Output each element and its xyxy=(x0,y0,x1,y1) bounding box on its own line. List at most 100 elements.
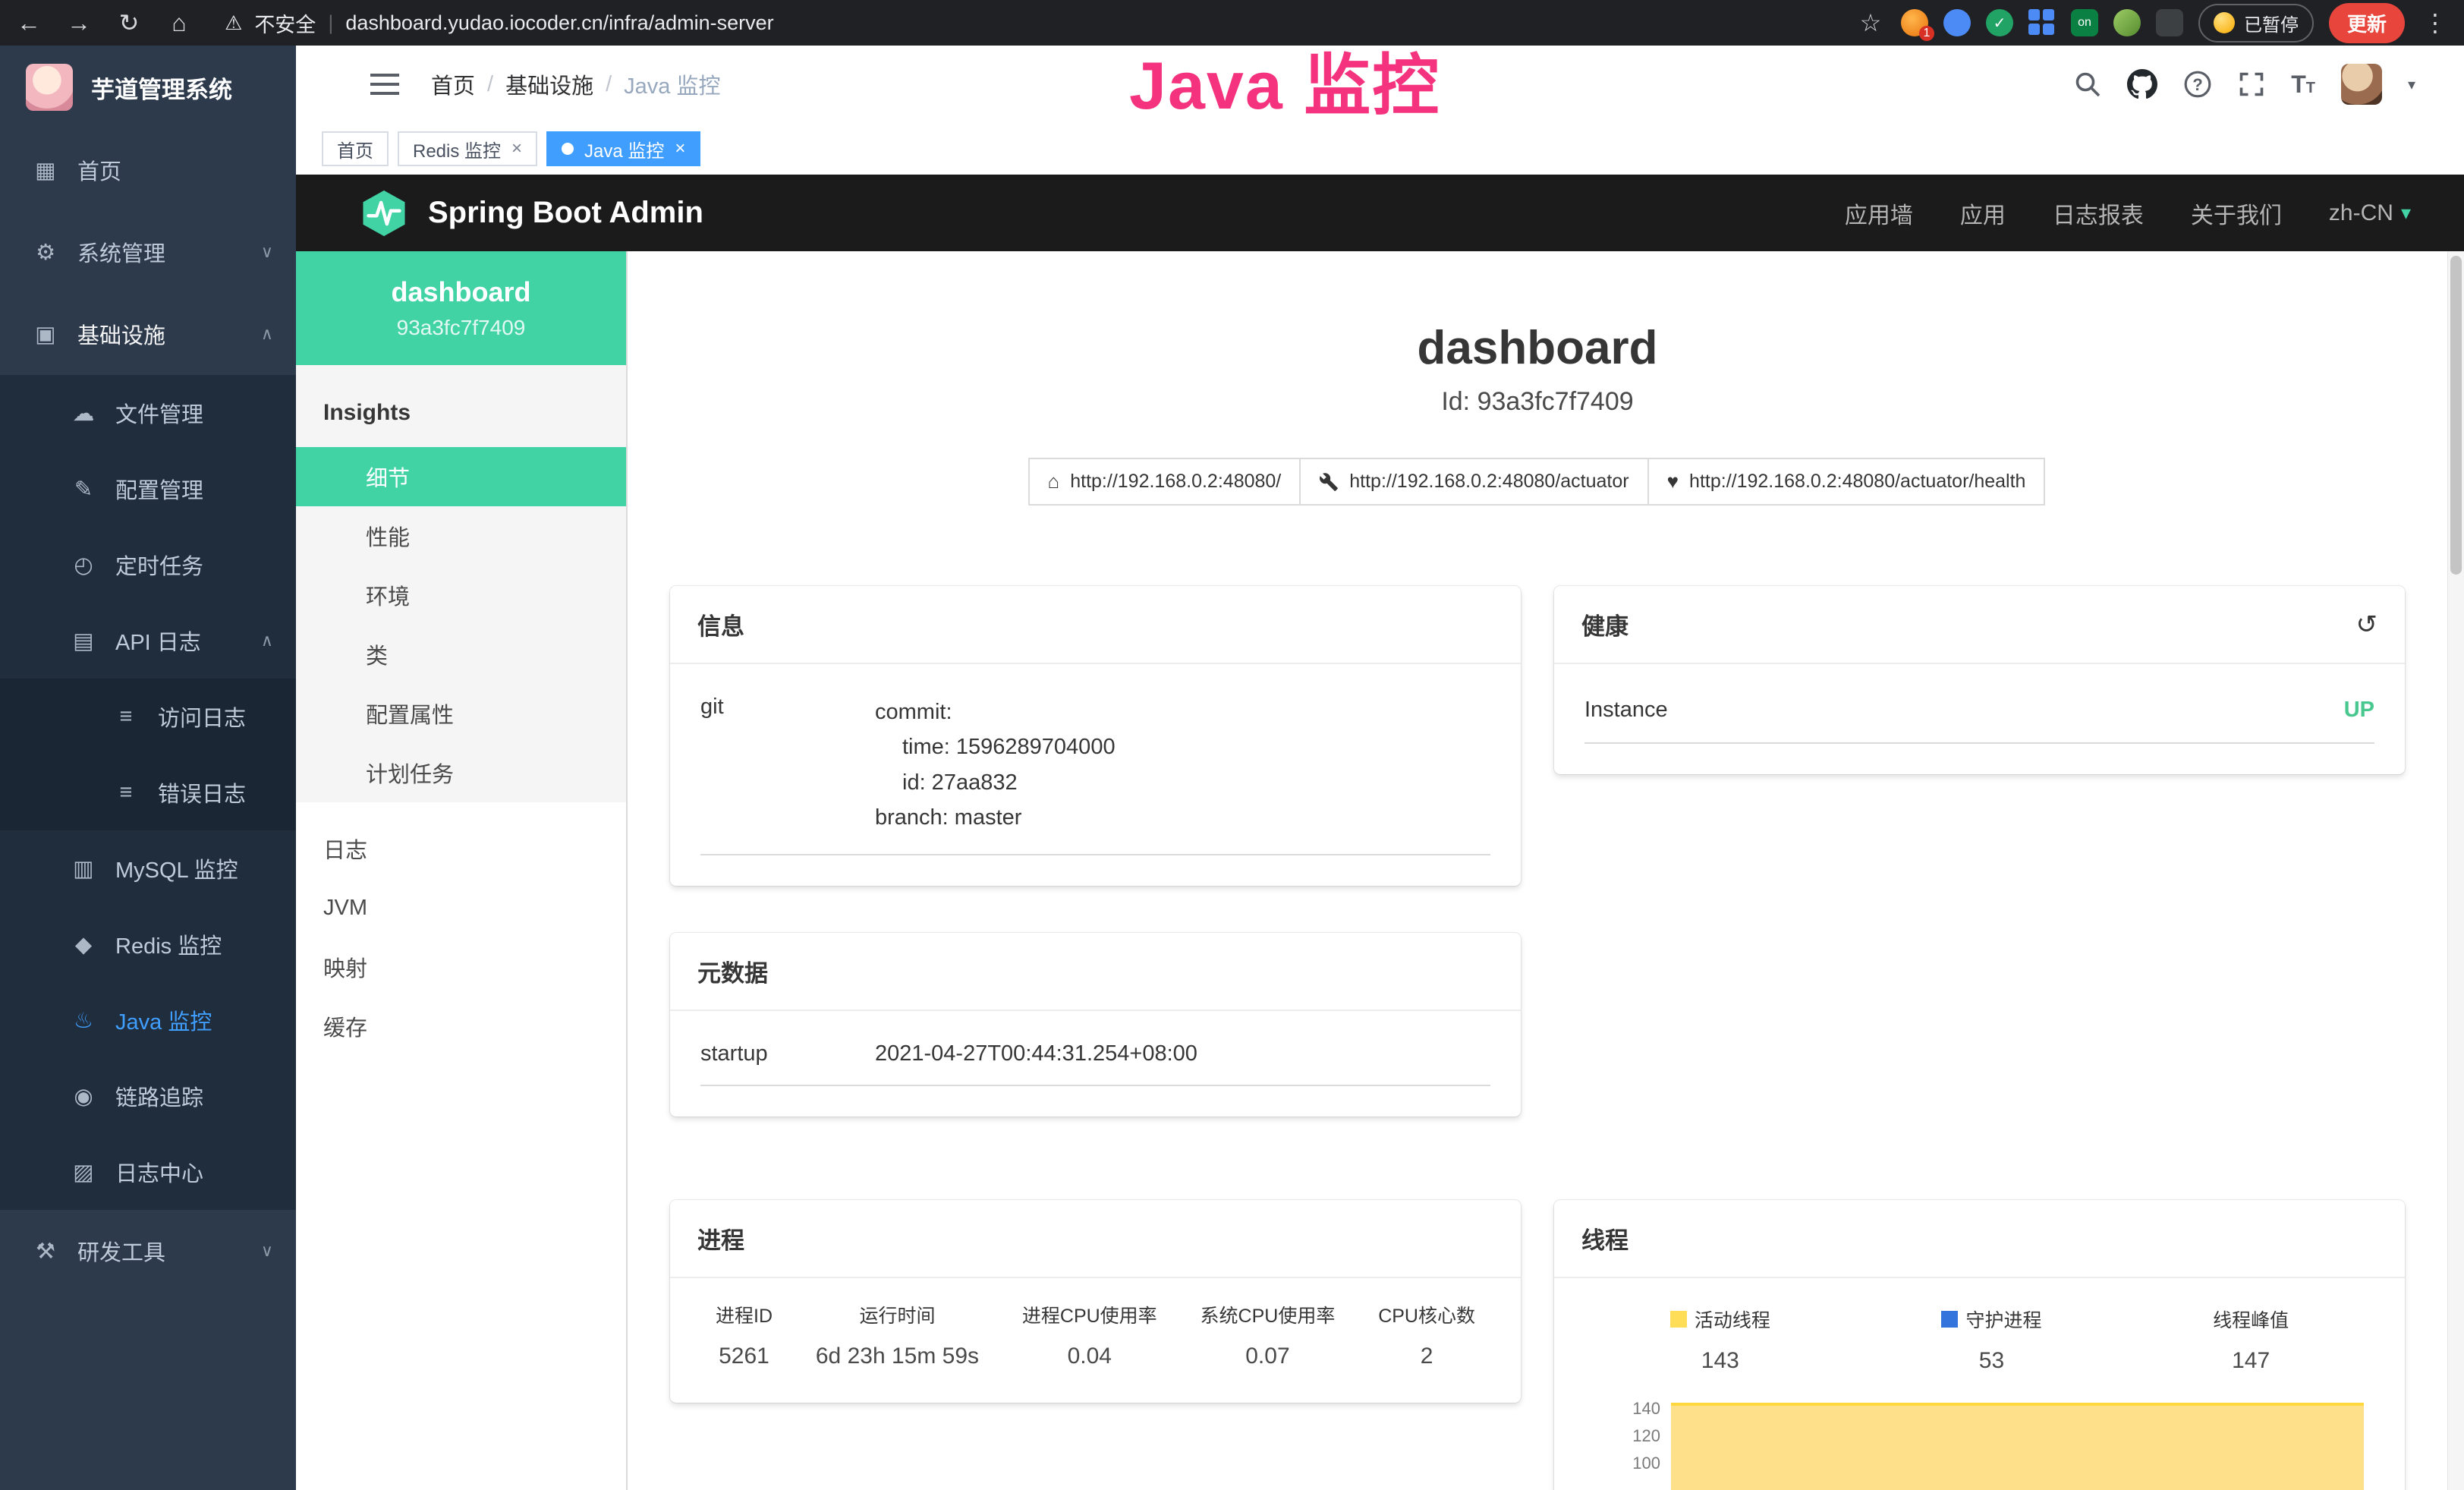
sba-nav: 应用墙 应用 日志报表 关于我们 zh-CN ▾ xyxy=(1845,197,2411,230)
locale-selector[interactable]: zh-CN ▾ xyxy=(2329,200,2411,226)
metadata-card-title: 元数据 xyxy=(670,933,1521,1011)
url-text[interactable]: dashboard.yudao.iocoder.cn/infra/admin-s… xyxy=(345,11,773,35)
sidebar-item-file-manage[interactable]: ☁ 文件管理 xyxy=(0,375,296,451)
github-icon[interactable] xyxy=(2127,69,2157,99)
tab-java-monitor[interactable]: Java 监控 × xyxy=(546,131,700,166)
sidebar-item-label: 研发工具 xyxy=(77,1235,165,1267)
sba-item-scheduled-tasks[interactable]: 计划任务 xyxy=(296,743,626,802)
back-icon[interactable]: ← xyxy=(14,9,44,37)
threads-chart: 140 120 100 xyxy=(1584,1395,2374,1490)
stat-value: 5261 xyxy=(716,1344,773,1369)
hamburger-icon[interactable] xyxy=(370,72,399,96)
scrollbar[interactable] xyxy=(2447,251,2464,1490)
sba-item-mappings[interactable]: 映射 xyxy=(296,937,626,997)
legend-live-threads: 活动线程 143 xyxy=(1670,1306,1770,1374)
sidebar-item-label: 配置管理 xyxy=(115,473,203,505)
sidebar-item-system[interactable]: ⚙ 系统管理 ∨ xyxy=(0,211,296,293)
history-icon[interactable]: ↺ xyxy=(2356,610,2378,640)
sidebar-item-home[interactable]: ▦ 首页 xyxy=(0,129,296,211)
sidebar-item-mysql-monitor[interactable]: ▥ MySQL 监控 xyxy=(0,830,296,906)
app-logo[interactable]: 芋道管理系统 xyxy=(0,46,296,129)
live-threads-area xyxy=(1671,1403,2364,1490)
sba-nav-applications[interactable]: 应用 xyxy=(1960,197,2006,230)
bookmark-star-icon[interactable]: ☆ xyxy=(1855,8,1886,37)
chevron-down-icon: ∨ xyxy=(261,242,273,262)
process-stats: 进程ID 5261 运行时间 6d 23h 15m 59s 进程CPU使用率 0… xyxy=(670,1278,1521,1403)
process-stat-sys-cpu: 系统CPU使用率 0.07 xyxy=(1201,1301,1336,1369)
instance-name: dashboard xyxy=(391,276,530,308)
avatar[interactable] xyxy=(2341,64,2382,105)
legend-daemon-threads: 守护进程 53 xyxy=(1941,1306,2041,1374)
sidebar-item-infra[interactable]: ▣ 基础设施 ∧ xyxy=(0,293,296,375)
sba-brand[interactable]: Spring Boot Admin xyxy=(360,189,703,238)
instance-block[interactable]: dashboard 93a3fc7f7409 xyxy=(296,251,626,365)
sidebar-item-scheduled-jobs[interactable]: ◴ 定时任务 xyxy=(0,527,296,603)
sba-item-config-props[interactable]: 配置属性 xyxy=(296,684,626,743)
extension-grid-icon[interactable] xyxy=(2028,9,2056,36)
sidebar-item-label: 错误日志 xyxy=(158,777,246,808)
address-bar[interactable]: ⚠ 不安全 | dashboard.yudao.iocoder.cn/infra… xyxy=(225,8,774,38)
breadcrumb-infra[interactable]: 基础设施 xyxy=(505,68,593,100)
tab-home[interactable]: 首页 xyxy=(322,131,389,166)
extension-leaf-icon[interactable] xyxy=(2113,9,2141,36)
extension-drop-icon[interactable] xyxy=(1943,9,1971,36)
close-icon[interactable]: × xyxy=(675,138,685,159)
forward-icon[interactable]: → xyxy=(64,9,94,37)
sba-item-jvm[interactable]: JVM xyxy=(296,878,626,937)
extension-on-icon[interactable]: on xyxy=(2071,9,2098,36)
sidebar-item-api-logs[interactable]: ▤ API 日志 ∧ xyxy=(0,603,296,679)
chart-y-axis: 140 120 100 xyxy=(1607,1395,1668,1490)
sidebar-item-config-manage[interactable]: ✎ 配置管理 xyxy=(0,451,296,527)
sidebar-item-tracing[interactable]: ◉ 链路追踪 xyxy=(0,1058,296,1134)
health-url-link[interactable]: ♥ http://192.168.0.2:48080/actuator/heal… xyxy=(1647,458,2046,506)
search-icon[interactable] xyxy=(2074,71,2101,98)
font-size-icon[interactable]: TT xyxy=(2291,71,2315,99)
sidebar-item-redis-monitor[interactable]: ◆ Redis 监控 xyxy=(0,906,296,982)
sba-item-caches[interactable]: 缓存 xyxy=(296,997,626,1056)
wrench-icon xyxy=(1319,472,1339,492)
heart-icon: ♥ xyxy=(1667,470,1679,493)
process-stat-proc-cpu: 进程CPU使用率 0.04 xyxy=(1022,1301,1157,1369)
sba-nav-wallboard[interactable]: 应用墙 xyxy=(1845,197,1913,230)
threads-card-title: 线程 xyxy=(1554,1200,2405,1278)
service-url-link[interactable]: ⌂ http://192.168.0.2:48080/ xyxy=(1028,458,1301,506)
sba-item-environment[interactable]: 环境 xyxy=(296,565,626,625)
process-card: 进程 进程ID 5261 运行时间 6d 23h 15m 59s 进程CPU使用… xyxy=(670,1200,1521,1403)
sba-item-metrics[interactable]: 性能 xyxy=(296,506,626,565)
sidebar-item-access-logs[interactable]: ≡ 访问日志 xyxy=(0,679,296,754)
sidebar-item-dev-tools[interactable]: ⚒ 研发工具 ∨ xyxy=(0,1210,296,1292)
paused-badge[interactable]: 已暂停 xyxy=(2198,4,2314,43)
reload-icon[interactable]: ↻ xyxy=(114,8,144,37)
sidebar-item-log-center[interactable]: ▨ 日志中心 xyxy=(0,1134,296,1210)
extension-fox-icon[interactable]: 1 xyxy=(1901,9,1928,36)
status-badge: UP xyxy=(2344,698,2374,723)
actuator-url-link[interactable]: http://192.168.0.2:48080/actuator xyxy=(1299,458,1648,506)
sba-item-details[interactable]: 细节 xyxy=(296,447,626,506)
sba-sidebar: dashboard 93a3fc7f7409 Insights 细节 性能 环境… xyxy=(296,251,628,1490)
help-icon[interactable]: ? xyxy=(2183,70,2212,99)
update-button[interactable]: 更新 xyxy=(2329,3,2405,43)
browser-home-icon[interactable]: ⌂ xyxy=(164,9,194,37)
security-label[interactable]: 不安全 xyxy=(254,8,316,38)
close-icon[interactable]: × xyxy=(511,138,522,159)
extension-check-icon[interactable]: ✓ xyxy=(1986,9,2013,36)
breadcrumb-home[interactable]: 首页 xyxy=(431,68,475,100)
sba-nav-journal[interactable]: 日志报表 xyxy=(2053,197,2144,230)
fullscreen-icon[interactable] xyxy=(2238,71,2265,98)
tab-redis-monitor[interactable]: Redis 监控 × xyxy=(398,131,537,166)
sidebar-item-error-logs[interactable]: ≡ 错误日志 xyxy=(0,754,296,830)
breadcrumb: 首页 / 基础设施 / Java 监控 xyxy=(431,68,720,100)
extension-puzzle-icon[interactable] xyxy=(2156,9,2183,36)
extension-badge: 1 xyxy=(1919,26,1934,41)
sba-nav-about[interactable]: 关于我们 xyxy=(2191,197,2282,230)
sidebar-item-label: 链路追踪 xyxy=(115,1080,203,1112)
sidebar-item-label: 首页 xyxy=(77,154,121,186)
legend-value: 143 xyxy=(1670,1348,1770,1374)
sidebar-item-java-monitor[interactable]: ♨ Java 监控 xyxy=(0,982,296,1058)
process-stat-cores: CPU核心数 2 xyxy=(1378,1301,1475,1369)
browser-menu-icon[interactable]: ⋮ xyxy=(2420,8,2450,37)
sba-item-logs[interactable]: 日志 xyxy=(296,819,626,878)
scrollbar-thumb[interactable] xyxy=(2450,256,2462,575)
info-value: commit: time: 1596289704000 id: 27aa832 … xyxy=(875,695,1490,836)
sba-item-classes[interactable]: 类 xyxy=(296,625,626,684)
